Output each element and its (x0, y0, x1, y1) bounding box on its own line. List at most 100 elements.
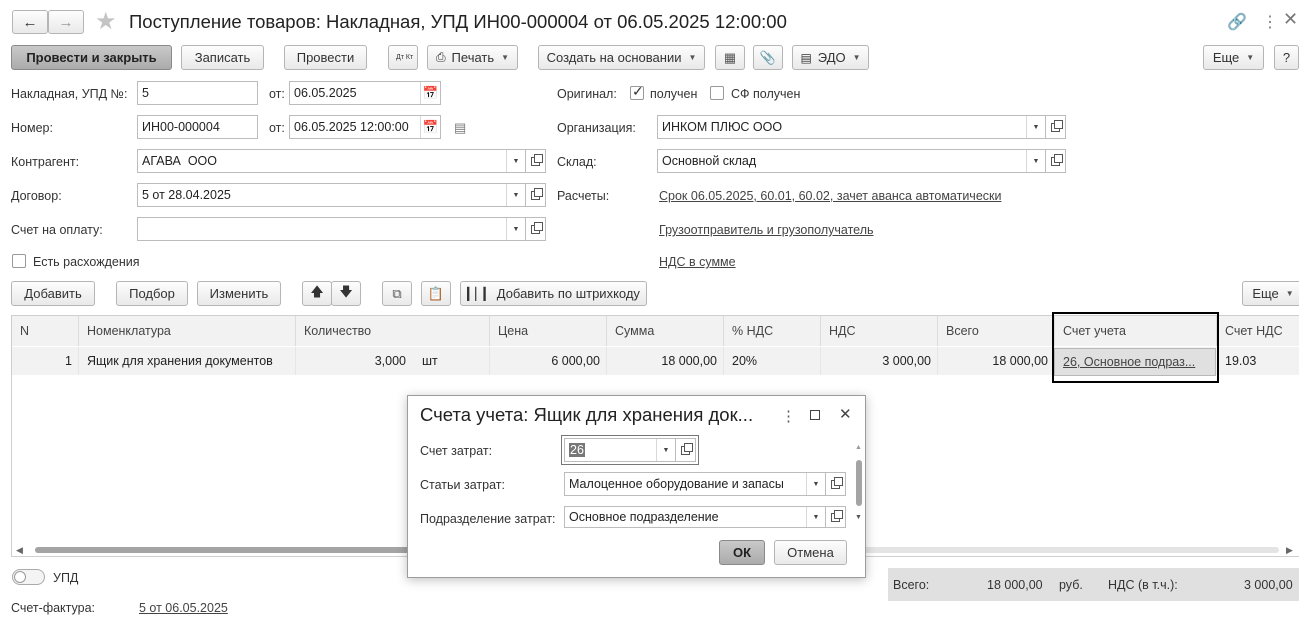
edo-button[interactable]: ▤ ЭДО ▼ (792, 45, 869, 70)
add-row-button[interactable]: Добавить (11, 281, 95, 306)
open-icon (531, 153, 543, 166)
save-button[interactable]: Записать (181, 45, 264, 70)
row-item-name[interactable]: Ящик для хранения документов (79, 347, 296, 375)
vat-in-amount-link[interactable]: НДС в сумме (659, 255, 736, 269)
settlements-link[interactable]: Срок 06.05.2025, 60.01, 60.02, зачет ава… (659, 189, 1001, 203)
forward-button[interactable]: → (48, 10, 84, 34)
shipper-consignee-link[interactable]: Грузоотправитель и грузополучатель (659, 223, 874, 237)
dialog-scrollbar-thumb[interactable] (856, 460, 862, 506)
add-by-barcode-button[interactable]: ▎▏▎ Добавить по штрихкоду (460, 281, 647, 306)
warehouse-open-button[interactable] (1046, 149, 1066, 173)
dialog-scroll-up-icon[interactable]: ▲ (855, 444, 862, 451)
invoice-footer-link[interactable]: 5 от 06.05.2025 (139, 601, 228, 615)
row-vat-account[interactable]: 19.03 (1219, 347, 1299, 375)
chevron-down-icon[interactable]: ▼ (1026, 116, 1045, 138)
organization-select[interactable]: ИНКОМ ПЛЮС ООО ▼ (657, 115, 1046, 139)
link-icon[interactable]: 🔗 (1227, 12, 1247, 32)
row-vat[interactable]: 3 000,00 (821, 347, 938, 375)
invoice-date-input[interactable]: 06.05.2025 📅 (289, 81, 441, 105)
number-input[interactable]: ИН00-000004 (137, 115, 258, 139)
column-header-quantity[interactable]: Количество (296, 316, 490, 346)
chevron-down-icon[interactable]: ▼ (506, 184, 525, 206)
dialog-maximize-icon[interactable] (810, 410, 820, 420)
move-up-button[interactable]: 🡅 (302, 281, 332, 306)
move-down-button[interactable]: 🡇 (331, 281, 361, 306)
chevron-down-icon[interactable]: ▼ (806, 507, 825, 527)
column-header-vat-rate[interactable]: % НДС (724, 316, 821, 346)
scroll-right-icon[interactable]: ▶ (1286, 545, 1293, 556)
paste-icon: 📋 (427, 285, 445, 301)
favorite-star-icon[interactable]: ★ (95, 7, 117, 36)
organization-label: Организация: (557, 121, 636, 135)
kebab-menu-icon[interactable]: ⋮ (1262, 12, 1278, 32)
upd-toggle[interactable] (12, 569, 45, 585)
cost-account-select[interactable]: 26 ▼ (564, 438, 676, 462)
invoice-for-payment-select[interactable]: ▼ (137, 217, 526, 241)
invoice-for-payment-open-button[interactable] (526, 217, 546, 241)
chevron-down-icon[interactable]: ▼ (506, 150, 525, 172)
dtkt-button[interactable]: Дт Кт (388, 45, 418, 70)
change-button[interactable]: Изменить (197, 281, 281, 306)
column-header-vat[interactable]: НДС (821, 316, 938, 346)
row-sum[interactable]: 18 000,00 (607, 347, 724, 375)
copy-button[interactable]: ⧉ (382, 281, 412, 306)
contract-select[interactable]: 5 от 28.04.2025 ▼ (137, 183, 526, 207)
dialog-close-icon[interactable]: ✕ (839, 405, 852, 423)
dialog-ok-button[interactable]: ОК (719, 540, 765, 565)
history-icon[interactable]: ▤ (454, 120, 466, 136)
dialog-scroll-down-icon[interactable]: ▼ (855, 514, 862, 521)
counterparty-open-button[interactable] (526, 149, 546, 173)
calendar-icon[interactable]: 📅 (420, 116, 440, 138)
cost-items-open-button[interactable] (826, 472, 846, 496)
chevron-down-icon[interactable]: ▼ (1026, 150, 1045, 172)
row-vat-rate[interactable]: 20% (724, 347, 821, 375)
chevron-down-icon: ▼ (1285, 289, 1294, 298)
more-button[interactable]: Еще ▼ (1203, 45, 1264, 70)
cost-items-select[interactable]: Малоценное оборудование и запасы ▼ (564, 472, 826, 496)
warehouse-select[interactable]: Основной склад ▼ (657, 149, 1046, 173)
chevron-down-icon[interactable]: ▼ (806, 473, 825, 495)
attach-button[interactable]: 📎 (753, 45, 783, 70)
scrollbar-thumb[interactable] (35, 547, 415, 553)
counterparty-select[interactable]: АГАВА ООО ▼ (137, 149, 526, 173)
post-and-close-button[interactable]: Провести и закрыть (11, 45, 172, 70)
structure-button[interactable]: ▦ (715, 45, 745, 70)
cost-department-open-button[interactable] (826, 506, 846, 528)
column-header-sum[interactable]: Сумма (607, 316, 724, 346)
dialog-cancel-button[interactable]: Отмена (774, 540, 847, 565)
row-quantity[interactable]: 3,000 (296, 347, 412, 375)
scroll-left-icon[interactable]: ◀ (16, 545, 23, 556)
sf-received-checkbox[interactable] (710, 86, 724, 100)
column-header-item[interactable]: Номенклатура (79, 316, 296, 346)
table-more-button[interactable]: Еще ▼ (1242, 281, 1299, 306)
post-button[interactable]: Провести (284, 45, 367, 70)
column-header-price[interactable]: Цена (490, 316, 607, 346)
column-header-n[interactable]: N (12, 316, 79, 346)
pick-button[interactable]: Подбор (116, 281, 188, 306)
row-unit[interactable]: шт (412, 347, 490, 375)
organization-open-button[interactable] (1046, 115, 1066, 139)
dialog-kebab-icon[interactable]: ⋮ (781, 407, 796, 425)
document-date-input[interactable]: 06.05.2025 12:00:00 📅 (289, 115, 441, 139)
print-button[interactable]: ⎙ Печать ▼ (427, 45, 518, 70)
arrow-right-icon: → (58, 13, 74, 31)
close-icon[interactable]: ✕ (1283, 9, 1298, 30)
help-button[interactable]: ? (1274, 45, 1299, 70)
column-header-vat-account[interactable]: Счет НДС (1217, 316, 1299, 346)
cost-account-open-button[interactable] (676, 438, 696, 462)
discrepancy-checkbox[interactable] (12, 254, 26, 268)
create-based-on-button[interactable]: Создать на основании ▼ (538, 45, 705, 70)
paste-button[interactable]: 📋 (421, 281, 451, 306)
column-header-total[interactable]: Всего (938, 316, 1055, 346)
cost-department-select[interactable]: Основное подразделение ▼ (564, 506, 826, 528)
back-button[interactable]: ← (12, 10, 48, 34)
row-price[interactable]: 6 000,00 (490, 347, 607, 375)
calendar-icon[interactable]: 📅 (420, 82, 440, 104)
chevron-down-icon[interactable]: ▼ (656, 439, 675, 461)
row-total[interactable]: 18 000,00 (938, 347, 1055, 375)
contract-open-button[interactable] (526, 183, 546, 207)
invoice-number-input[interactable]: 5 (137, 81, 258, 105)
chevron-down-icon[interactable]: ▼ (506, 218, 525, 240)
vat-total-value: 3 000,00 (1244, 578, 1293, 592)
original-received-checkbox[interactable]: ✓ (630, 83, 644, 100)
